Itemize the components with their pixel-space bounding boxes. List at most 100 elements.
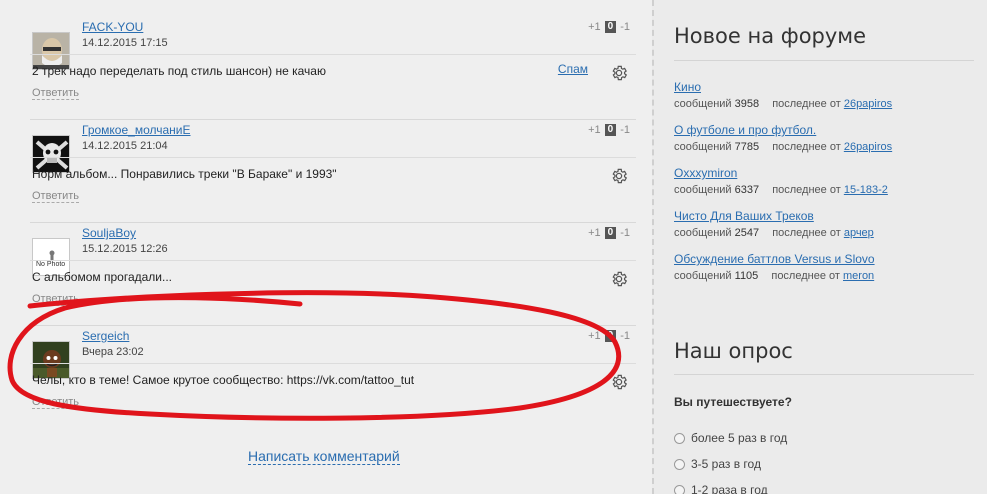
vote-score: 0 xyxy=(604,21,617,33)
divider xyxy=(674,60,974,61)
topic-meta: сообщений 2547 последнее от арчер xyxy=(674,227,974,239)
gear-icon[interactable] xyxy=(610,270,628,288)
comment-author[interactable]: FACK-YOU xyxy=(82,20,143,34)
vote-score: 0 xyxy=(604,330,617,342)
topic-link[interactable]: О футболе и про футбол. xyxy=(674,123,974,137)
spam-link[interactable]: Спам xyxy=(558,62,588,76)
divider xyxy=(30,54,636,55)
vote-score: 0 xyxy=(604,124,617,136)
poll-option[interactable]: 1-2 раза в год xyxy=(674,483,768,494)
comments-panel: FACK-YOU 14.12.2015 17:15 +1 0 -1 2 трек… xyxy=(0,0,652,494)
forum-topic: Чисто Для Ваших Треков сообщений 2547 по… xyxy=(674,209,974,239)
gear-icon[interactable] xyxy=(610,64,628,82)
comment-date: Вчера 23:02 xyxy=(82,346,144,358)
reply-link[interactable]: Ответить xyxy=(32,396,80,409)
comment-author[interactable]: Громкое_молчаниЕ xyxy=(82,123,191,137)
comment-date: 15.12.2015 12:26 xyxy=(82,243,168,255)
reply-link[interactable]: Ответить xyxy=(32,293,80,306)
topic-link[interactable]: Чисто Для Ваших Треков xyxy=(674,209,974,223)
comment-date: 14.12.2015 17:15 xyxy=(82,37,168,49)
vote-down-button[interactable]: -1 xyxy=(620,330,630,342)
messages-label: сообщений xyxy=(674,184,732,196)
vote-widget: +1 0 -1 xyxy=(588,124,630,136)
message-count: 3958 xyxy=(734,98,760,110)
divider xyxy=(674,374,974,375)
last-label: последнее от xyxy=(772,184,841,196)
vote-down-button[interactable]: -1 xyxy=(620,227,630,239)
gear-icon[interactable] xyxy=(610,373,628,391)
comment-text: 2 трек надо переделать под стиль шансон)… xyxy=(32,64,326,78)
divider xyxy=(30,119,636,120)
forum-topic: Oxxxymiron сообщений 6337 последнее от 1… xyxy=(674,166,974,196)
last-label: последнее от xyxy=(772,98,841,110)
last-user-link[interactable]: 26papiros xyxy=(844,98,892,110)
forum-topic: О футболе и про футбол. сообщений 7785 п… xyxy=(674,123,974,153)
last-label: последнее от xyxy=(772,227,841,239)
radio-button[interactable] xyxy=(674,458,685,470)
comment-text: Норм альбом... Понравились треки "В Бара… xyxy=(32,167,337,181)
comment-text: Челы, кто в теме! Самое крутое сообществ… xyxy=(32,373,415,387)
topic-meta: сообщений 3958 последнее от 26papiros xyxy=(674,98,974,110)
topic-meta: сообщений 1105 последнее от meron xyxy=(674,270,974,282)
reply-link[interactable]: Ответить xyxy=(32,87,80,100)
comment-date: 14.12.2015 21:04 xyxy=(82,140,168,152)
topic-meta: сообщений 7785 последнее от 26papiros xyxy=(674,141,974,153)
comment-item: Sergeich Вчера 23:02 +1 0 -1 Челы, кто в… xyxy=(30,325,636,428)
poll-option[interactable]: 3-5 раз в год xyxy=(674,457,761,471)
last-user-link[interactable]: арчер xyxy=(844,227,874,239)
vote-score: 0 xyxy=(604,227,617,239)
vote-down-button[interactable]: -1 xyxy=(620,124,630,136)
topic-link[interactable]: Oxxxymiron xyxy=(674,166,974,180)
poll-option-label: 3-5 раз в год xyxy=(691,457,761,471)
divider xyxy=(30,222,636,223)
divider xyxy=(30,260,636,261)
comment-item: Громкое_молчаниЕ 14.12.2015 21:04 +1 0 -… xyxy=(30,119,636,222)
vote-up-button[interactable]: +1 xyxy=(588,21,601,33)
last-user-link[interactable]: 26papiros xyxy=(844,141,892,153)
vote-up-button[interactable]: +1 xyxy=(588,330,601,342)
poll-option-label: более 5 раз в год xyxy=(691,431,788,445)
message-count: 2547 xyxy=(734,227,760,239)
radio-button[interactable] xyxy=(674,484,685,494)
vote-widget: +1 0 -1 xyxy=(588,330,630,342)
divider xyxy=(30,157,636,158)
messages-label: сообщений xyxy=(674,270,732,282)
last-user-link[interactable]: 15-183-2 xyxy=(844,184,888,196)
messages-label: сообщений xyxy=(674,227,732,239)
topic-link[interactable]: Кино xyxy=(674,80,974,94)
poll-option-label: 1-2 раза в год xyxy=(691,483,768,494)
topic-link[interactable]: Обсуждение баттлов Versus и Slovo xyxy=(674,252,974,266)
forum-topic: Обсуждение баттлов Versus и Slovo сообще… xyxy=(674,252,974,282)
comment-item: No Photo SouljaBoy 15.12.2015 12:26 +1 0… xyxy=(30,222,636,325)
vote-widget: +1 0 -1 xyxy=(588,227,630,239)
poll-section-title: Наш опрос xyxy=(674,339,793,363)
messages-label: сообщений xyxy=(674,141,732,153)
last-label: последнее от xyxy=(771,270,840,282)
comment-text: С альбомом прогадали... xyxy=(32,270,172,284)
forum-topic: Кино сообщений 3958 последнее от 26papir… xyxy=(674,80,974,110)
vote-down-button[interactable]: -1 xyxy=(620,21,630,33)
gear-icon[interactable] xyxy=(610,167,628,185)
message-count: 7785 xyxy=(734,141,760,153)
radio-button[interactable] xyxy=(674,432,685,444)
last-user-link[interactable]: meron xyxy=(843,270,874,282)
comment-item: FACK-YOU 14.12.2015 17:15 +1 0 -1 2 трек… xyxy=(30,16,636,119)
no-photo-label: No Photo xyxy=(36,261,66,268)
last-label: последнее от xyxy=(772,141,841,153)
forum-section-title: Новое на форуме xyxy=(674,24,867,48)
divider xyxy=(30,363,636,364)
message-count: 1105 xyxy=(734,270,759,282)
poll-option[interactable]: более 5 раз в год xyxy=(674,431,787,445)
vote-up-button[interactable]: +1 xyxy=(588,227,601,239)
vote-up-button[interactable]: +1 xyxy=(588,124,601,136)
comment-author[interactable]: Sergeich xyxy=(82,329,129,343)
poll-question: Вы путешествуете? xyxy=(674,395,792,409)
topic-meta: сообщений 6337 последнее от 15-183-2 xyxy=(674,184,974,196)
comment-author[interactable]: SouljaBoy xyxy=(82,226,136,240)
write-comment-link[interactable]: Написать комментарий xyxy=(248,449,400,465)
reply-link[interactable]: Ответить xyxy=(32,190,80,203)
vote-widget: +1 0 -1 xyxy=(588,21,630,33)
messages-label: сообщений xyxy=(674,98,732,110)
sidebar: Новое на форуме Кино сообщений 3958 посл… xyxy=(652,0,987,494)
message-count: 6337 xyxy=(734,184,760,196)
